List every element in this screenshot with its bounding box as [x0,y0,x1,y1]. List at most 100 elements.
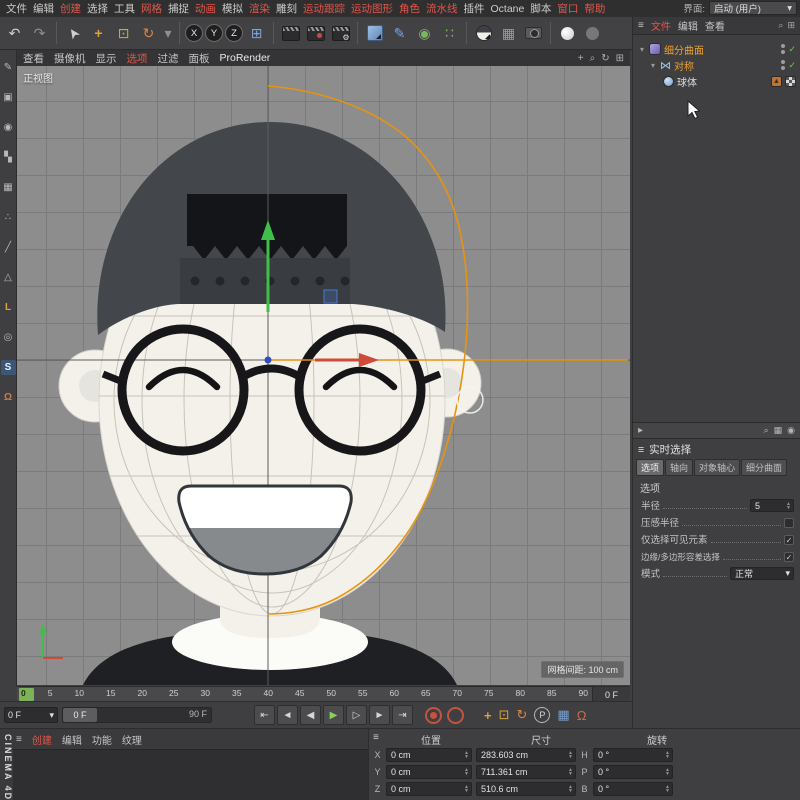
object-row-subdivision-surface[interactable]: ▾ 细分曲面 ✓ [633,41,800,57]
menu-plugins[interactable]: 插件 [464,1,485,16]
coordinate-system-button[interactable]: ⊞ [245,20,268,46]
viewport-menu-cameras[interactable]: 摄像机 [54,51,86,66]
polygon-selection-tag[interactable]: ▲ [771,75,782,87]
snap-toggle-button[interactable]: S [0,360,16,375]
visibility-dots-icon[interactable] [781,44,786,54]
pan-view-icon[interactable]: + [578,53,584,64]
material-menu-function[interactable]: 功能 [92,732,112,747]
menu-create[interactable]: 创建 [60,1,81,16]
default-light-on-button[interactable] [556,20,579,46]
tab-subdivision[interactable]: 细分曲面 [741,459,788,476]
default-light-off-button[interactable] [581,20,604,46]
visibility-dots-icon[interactable] [781,60,786,70]
rotate-tool-button[interactable]: ↻ [137,20,160,46]
edges-mode-button[interactable]: ╱ [1,240,16,255]
next-key-button[interactable]: ► [369,705,390,725]
viewport-canvas[interactable]: 正视图 网格间距: 100 cm [17,66,630,685]
enabled-check-icon[interactable]: ✓ [788,60,796,71]
menu-character[interactable]: 角色 [399,1,420,16]
tab-axis[interactable]: 轴向 [665,459,694,476]
object-row-symmetry[interactable]: ▾ ⋈ 对称 ✓ [633,57,800,73]
menu-file[interactable]: 文件 [6,1,27,16]
menu-simulate[interactable]: 模拟 [222,1,243,16]
viewport-menu-prorender[interactable]: ProRender [220,52,271,64]
menu-tools[interactable]: 工具 [114,1,135,16]
x-axis-lock-button[interactable]: X [185,24,203,42]
material-menu-create[interactable]: 创建 [32,732,52,747]
position-z-field[interactable]: 0 cm ▲ ▼ [386,782,472,796]
menu-sculpt[interactable]: 雕刻 [276,1,297,16]
om-menu-file[interactable]: 文件 [651,18,671,33]
z-axis-lock-button[interactable]: Z [225,24,243,42]
view-label[interactable]: 正视图 [23,70,53,85]
move-tool-button[interactable]: + [87,20,110,46]
material-menu-texture[interactable]: 纹理 [122,732,142,747]
spinner-icon[interactable]: ▲ ▼ [786,501,791,510]
primitive-cube-button[interactable] [363,20,386,46]
size-y-field[interactable]: 711.361 cm ▲ ▼ [476,765,576,779]
sculpt-tool[interactable]: ✎ [1,60,16,75]
burger-menu-icon[interactable]: ≡ [373,732,379,743]
magnet-mode-button[interactable]: Ω [1,390,16,405]
record-scale-toggle[interactable]: ⊡ [499,707,510,723]
record-keyframe-button[interactable] [425,706,442,724]
menu-render[interactable]: 渲染 [249,1,270,16]
expand-caret-icon[interactable]: ▾ [638,45,646,54]
autokey-button[interactable] [447,706,464,724]
make-editable-button[interactable]: ▣ [1,90,16,105]
burger-menu-icon[interactable]: ≡ [638,444,644,456]
record-rotation-toggle[interactable]: ↻ [517,707,528,723]
menu-select[interactable]: 选择 [87,1,108,16]
previous-frame-button[interactable]: ◀ [300,705,321,725]
object-row-sphere[interactable]: 球体 ▲ [633,73,800,89]
scale-tool-button[interactable]: ⊡ [112,20,135,46]
rotate-view-icon[interactable]: ↻ [601,53,609,64]
interface-select[interactable]: 启动 (用户) ▾ [709,1,797,15]
uvw-tag[interactable] [785,75,796,87]
burger-menu-icon[interactable]: ≡ [16,734,22,745]
search-icon[interactable]: ⌕ [778,20,783,31]
render-settings-button[interactable]: ⚙ [329,20,352,46]
render-view-button[interactable] [279,20,302,46]
polygons-mode-button[interactable]: △ [1,270,16,285]
viewport-menu-panel[interactable]: 面板 [189,51,210,66]
om-menu-view[interactable]: 查看 [705,18,725,33]
position-x-field[interactable]: 0 cm ▲ ▼ [386,748,472,762]
history-arrow-icon[interactable]: ▸ [638,425,643,436]
texture-mode-button[interactable]: ▚ [1,150,16,165]
timeline-range-slider[interactable]: 0 F 90 F [62,707,212,723]
position-y-field[interactable]: 0 cm ▲ ▼ [386,765,472,779]
viewport-menu-filter[interactable]: 过滤 [158,51,179,66]
tab-object-axis[interactable]: 对象轴心 [694,459,741,476]
menu-motion-tracker[interactable]: 运动跟踪 [303,1,345,16]
character-object-button[interactable] [472,20,495,46]
lock-icon[interactable]: ◉ [787,425,795,436]
only-visible-checkbox[interactable]: ✓ [784,535,794,545]
mode-select[interactable]: 正常 ▾ [730,567,794,580]
viewport-menu-display[interactable]: 显示 [96,51,117,66]
record-pla-toggle[interactable]: ▦ [557,707,569,723]
material-menu-edit[interactable]: 编辑 [62,732,82,747]
menu-help[interactable]: 帮助 [584,1,605,16]
enable-axis-button[interactable]: L [1,300,16,315]
previous-key-button[interactable]: ◄ [277,705,298,725]
menu-mograph[interactable]: 运动图形 [351,1,393,16]
viewport-filter-button[interactable]: ◎ [1,330,16,345]
menu-animate[interactable]: 动画 [195,1,216,16]
workplane-mode-button[interactable]: ▦ [1,180,16,195]
model-mode-button[interactable]: ◉ [1,120,16,135]
deformers-button[interactable]: ∷ [438,20,461,46]
record-position-toggle[interactable]: + [484,708,492,723]
redo-button[interactable]: ↷ [28,20,51,46]
current-frame-field[interactable]: 0 F ▾ [4,707,58,723]
size-z-field[interactable]: 510.6 cm ▲ ▼ [476,782,576,796]
menu-snap[interactable]: 捕捉 [168,1,189,16]
maximize-view-icon[interactable]: ⊞ [616,53,624,64]
record-parameter-toggle[interactable]: P [534,707,551,723]
viewport-menu-options[interactable]: 选项 [127,51,148,66]
filter-grid-icon[interactable]: ⊞ [787,20,795,31]
timeline-ruler[interactable]: 0 5 10 15 20 25 30 35 40 45 50 55 60 65 70 75 80 85 90 0 F [17,686,630,702]
rotation-b-field[interactable]: 0 ° ▲ ▼ [593,782,673,796]
burger-menu-icon[interactable]: ≡ [638,20,644,31]
menu-script[interactable]: 脚本 [530,1,551,16]
